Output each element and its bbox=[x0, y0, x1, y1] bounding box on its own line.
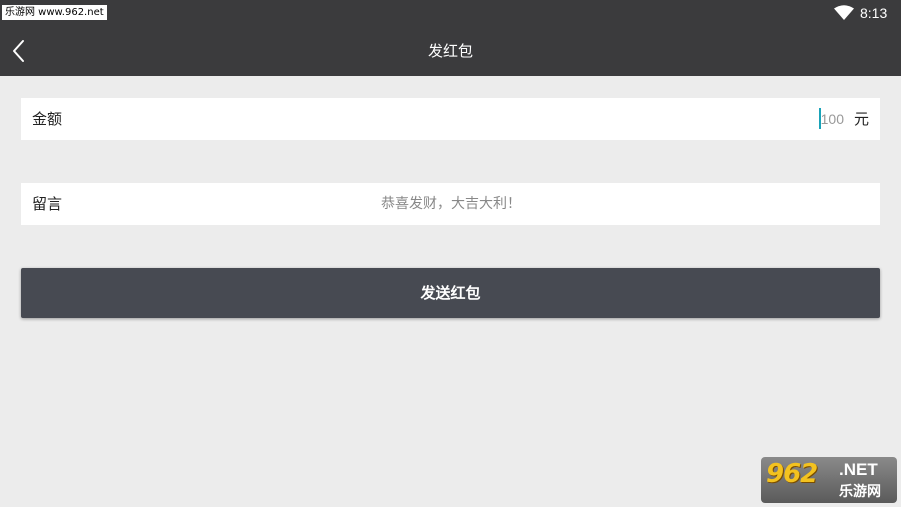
chevron-left-icon bbox=[13, 40, 24, 62]
amount-row: 金额 元 bbox=[21, 98, 880, 140]
amount-label: 金额 bbox=[32, 110, 63, 128]
app-bar: 发红包 bbox=[0, 26, 901, 76]
wifi-icon bbox=[834, 5, 854, 20]
amount-unit-label: 元 bbox=[853, 110, 869, 128]
logo-domain: .NET bbox=[839, 460, 878, 479]
logo-name: 乐游网 bbox=[839, 484, 881, 500]
back-button[interactable] bbox=[4, 36, 34, 66]
site-logo: 962 .NET 乐游网 bbox=[761, 457, 897, 503]
site-watermark: 乐游网 www.962.net bbox=[2, 5, 107, 20]
message-row: 留言 bbox=[21, 183, 880, 225]
text-cursor bbox=[819, 108, 821, 129]
send-red-packet-button[interactable]: 发送红包 bbox=[21, 268, 880, 318]
status-bar: 乐游网 www.962.net 8:13 bbox=[0, 0, 901, 26]
message-input[interactable] bbox=[111, 192, 791, 216]
logo-number: 962 bbox=[766, 459, 818, 489]
page-title: 发红包 bbox=[427, 42, 473, 60]
message-label: 留言 bbox=[32, 195, 63, 213]
status-clock: 8:13 bbox=[860, 5, 888, 21]
amount-input[interactable] bbox=[784, 107, 844, 131]
